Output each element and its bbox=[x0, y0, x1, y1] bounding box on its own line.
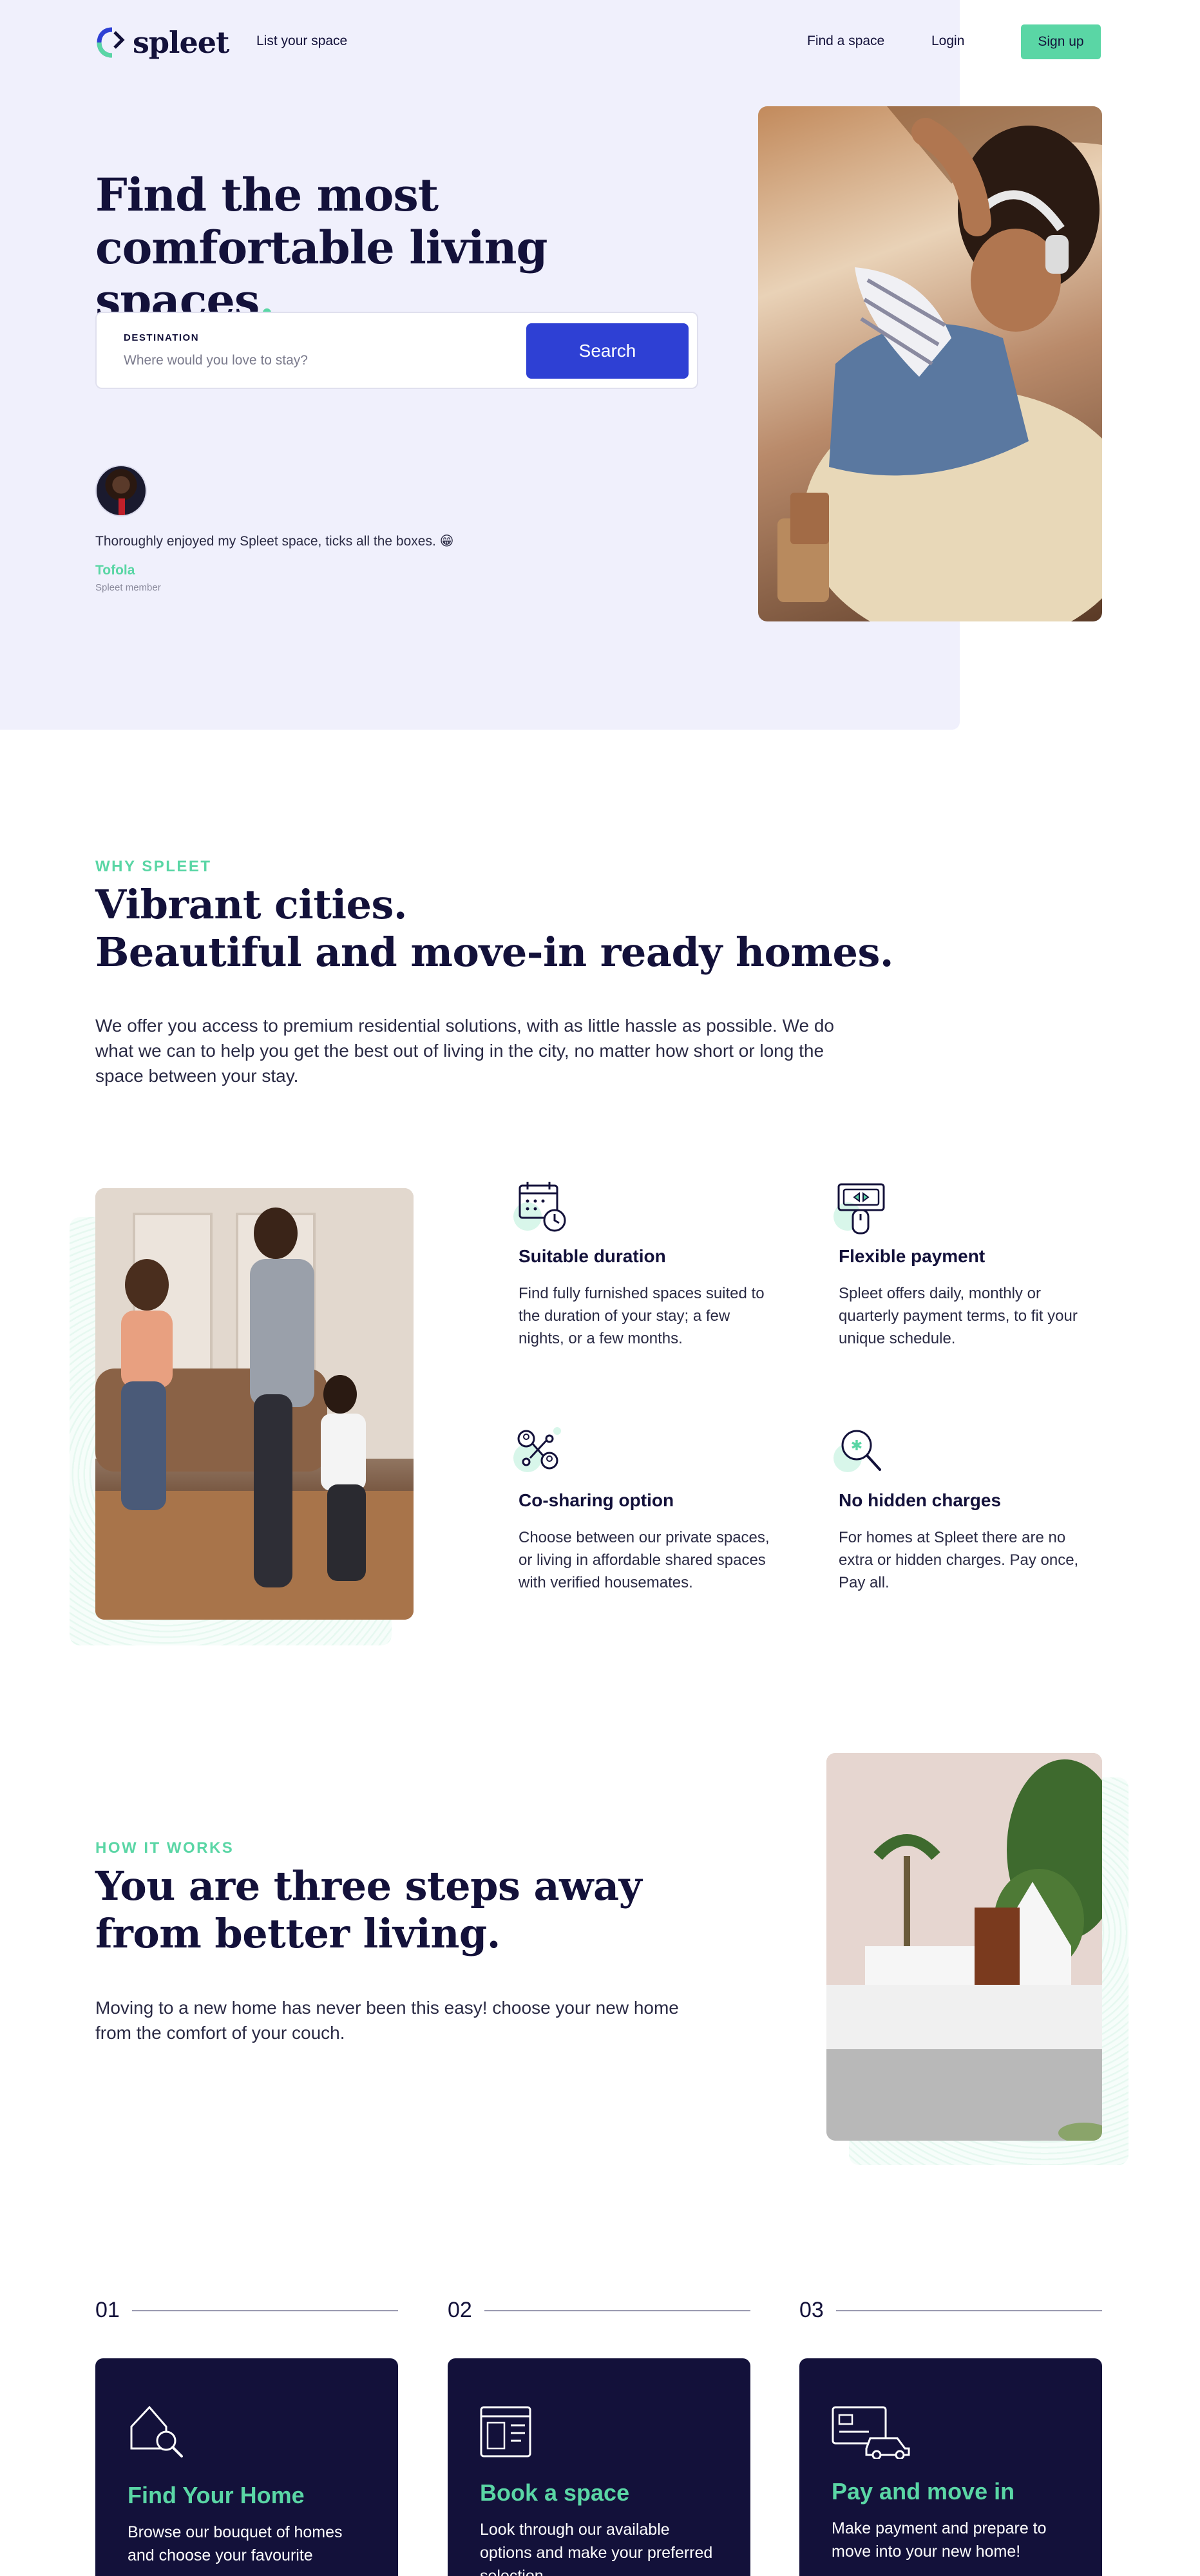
nav-login[interactable]: Login bbox=[931, 33, 964, 49]
spleet-logo[interactable]: spleet bbox=[95, 24, 229, 61]
search-box: DESTINATION Search bbox=[95, 312, 698, 389]
svg-text:✱: ✱ bbox=[851, 1438, 862, 1454]
how-title: You are three steps away from better liv… bbox=[95, 1862, 804, 1958]
family-dancing-illustration bbox=[95, 1188, 414, 1620]
payment-icon bbox=[833, 1183, 885, 1235]
woman-with-headphones-illustration bbox=[758, 106, 1102, 621]
logo-text: spleet bbox=[133, 25, 229, 60]
hero-title: Find the most comfortable living spaces. bbox=[95, 169, 739, 327]
testimonial-role: Spleet member bbox=[95, 582, 161, 593]
step-divider bbox=[484, 2310, 750, 2311]
step-divider bbox=[132, 2310, 398, 2311]
step-number-01: 01 bbox=[95, 2298, 120, 2322]
why-title-line1: Vibrant cities. bbox=[95, 881, 408, 928]
how-eyebrow: HOW IT WORKS bbox=[95, 1839, 234, 1857]
step-description: Look through our available options and m… bbox=[480, 2521, 713, 2576]
step-card-pay-and-move-in: Pay and move in Make payment and prepare… bbox=[799, 2358, 1102, 2576]
booking-icon bbox=[480, 2406, 531, 2458]
how-title-line1: You are three steps away bbox=[95, 1862, 642, 1909]
testimonial-name: Tofola bbox=[95, 563, 135, 578]
signup-button[interactable]: Sign up bbox=[1021, 24, 1101, 59]
why-description: We offer you access to premium residenti… bbox=[95, 1016, 834, 1086]
magnifier-icon: ✱ bbox=[833, 1430, 881, 1472]
card-car-icon bbox=[832, 2406, 910, 2459]
step-number-03: 03 bbox=[799, 2298, 824, 2322]
testimonial-quote: Thoroughly enjoyed my Spleet space, tick… bbox=[95, 534, 454, 549]
calendar-clock-icon bbox=[513, 1182, 566, 1232]
hero-title-line1: Find the most bbox=[95, 168, 439, 222]
feature-description: For homes at Spleet there are no extra o… bbox=[839, 1529, 1079, 1591]
feature-title: Co-sharing option bbox=[519, 1490, 674, 1510]
why-eyebrow: WHY SPLEET bbox=[95, 858, 212, 875]
family-dancing-photo bbox=[95, 1188, 414, 1620]
feature-description: Find fully furnished spaces suited to th… bbox=[519, 1285, 765, 1347]
step-divider bbox=[836, 2310, 1102, 2311]
logo-mark-icon bbox=[97, 27, 125, 58]
feature-title: Flexible payment bbox=[839, 1246, 986, 1266]
feature-title: Suitable duration bbox=[519, 1246, 666, 1266]
modern-house-illustration bbox=[826, 1753, 1102, 2141]
step-card-book-a-space: Book a space Look through our available … bbox=[448, 2358, 750, 2576]
step-title: Book a space bbox=[480, 2479, 630, 2506]
step-description: Make payment and prepare to move into yo… bbox=[832, 2519, 1047, 2561]
feature-description: Choose between our private spaces, or li… bbox=[519, 1529, 770, 1591]
feature-title: No hidden charges bbox=[839, 1490, 1002, 1510]
step-card-find-your-home: Find Your Home Browse our bouquet of hom… bbox=[95, 2358, 398, 2576]
nav-list-your-space[interactable]: List your space bbox=[256, 33, 347, 49]
destination-label: DESTINATION bbox=[124, 332, 200, 343]
search-button[interactable]: Search bbox=[526, 323, 689, 379]
destination-input[interactable] bbox=[124, 349, 497, 372]
feature-description: Spleet offers daily, monthly or quarterl… bbox=[839, 1285, 1078, 1347]
nav-find-a-space[interactable]: Find a space bbox=[807, 33, 884, 49]
testimonial-avatar bbox=[95, 465, 147, 516]
why-title: Vibrant cities. Beautiful and move-in re… bbox=[95, 881, 933, 976]
why-title-line2: Beautiful and move-in ready homes. bbox=[95, 929, 893, 976]
co-sharing-icon bbox=[513, 1427, 561, 1472]
house-search-icon bbox=[130, 2405, 183, 2458]
step-description: Browse our bouquet of homes and choose y… bbox=[128, 2523, 343, 2564]
hero-photo bbox=[758, 106, 1102, 621]
step-number-02: 02 bbox=[448, 2298, 472, 2322]
step-title: Find Your Home bbox=[128, 2482, 305, 2508]
how-title-line2: from better living. bbox=[95, 1910, 500, 1957]
step-title: Pay and move in bbox=[832, 2478, 1015, 2505]
how-description: Moving to a new home has never been this… bbox=[95, 1998, 679, 2043]
modern-house-photo bbox=[826, 1753, 1102, 2141]
